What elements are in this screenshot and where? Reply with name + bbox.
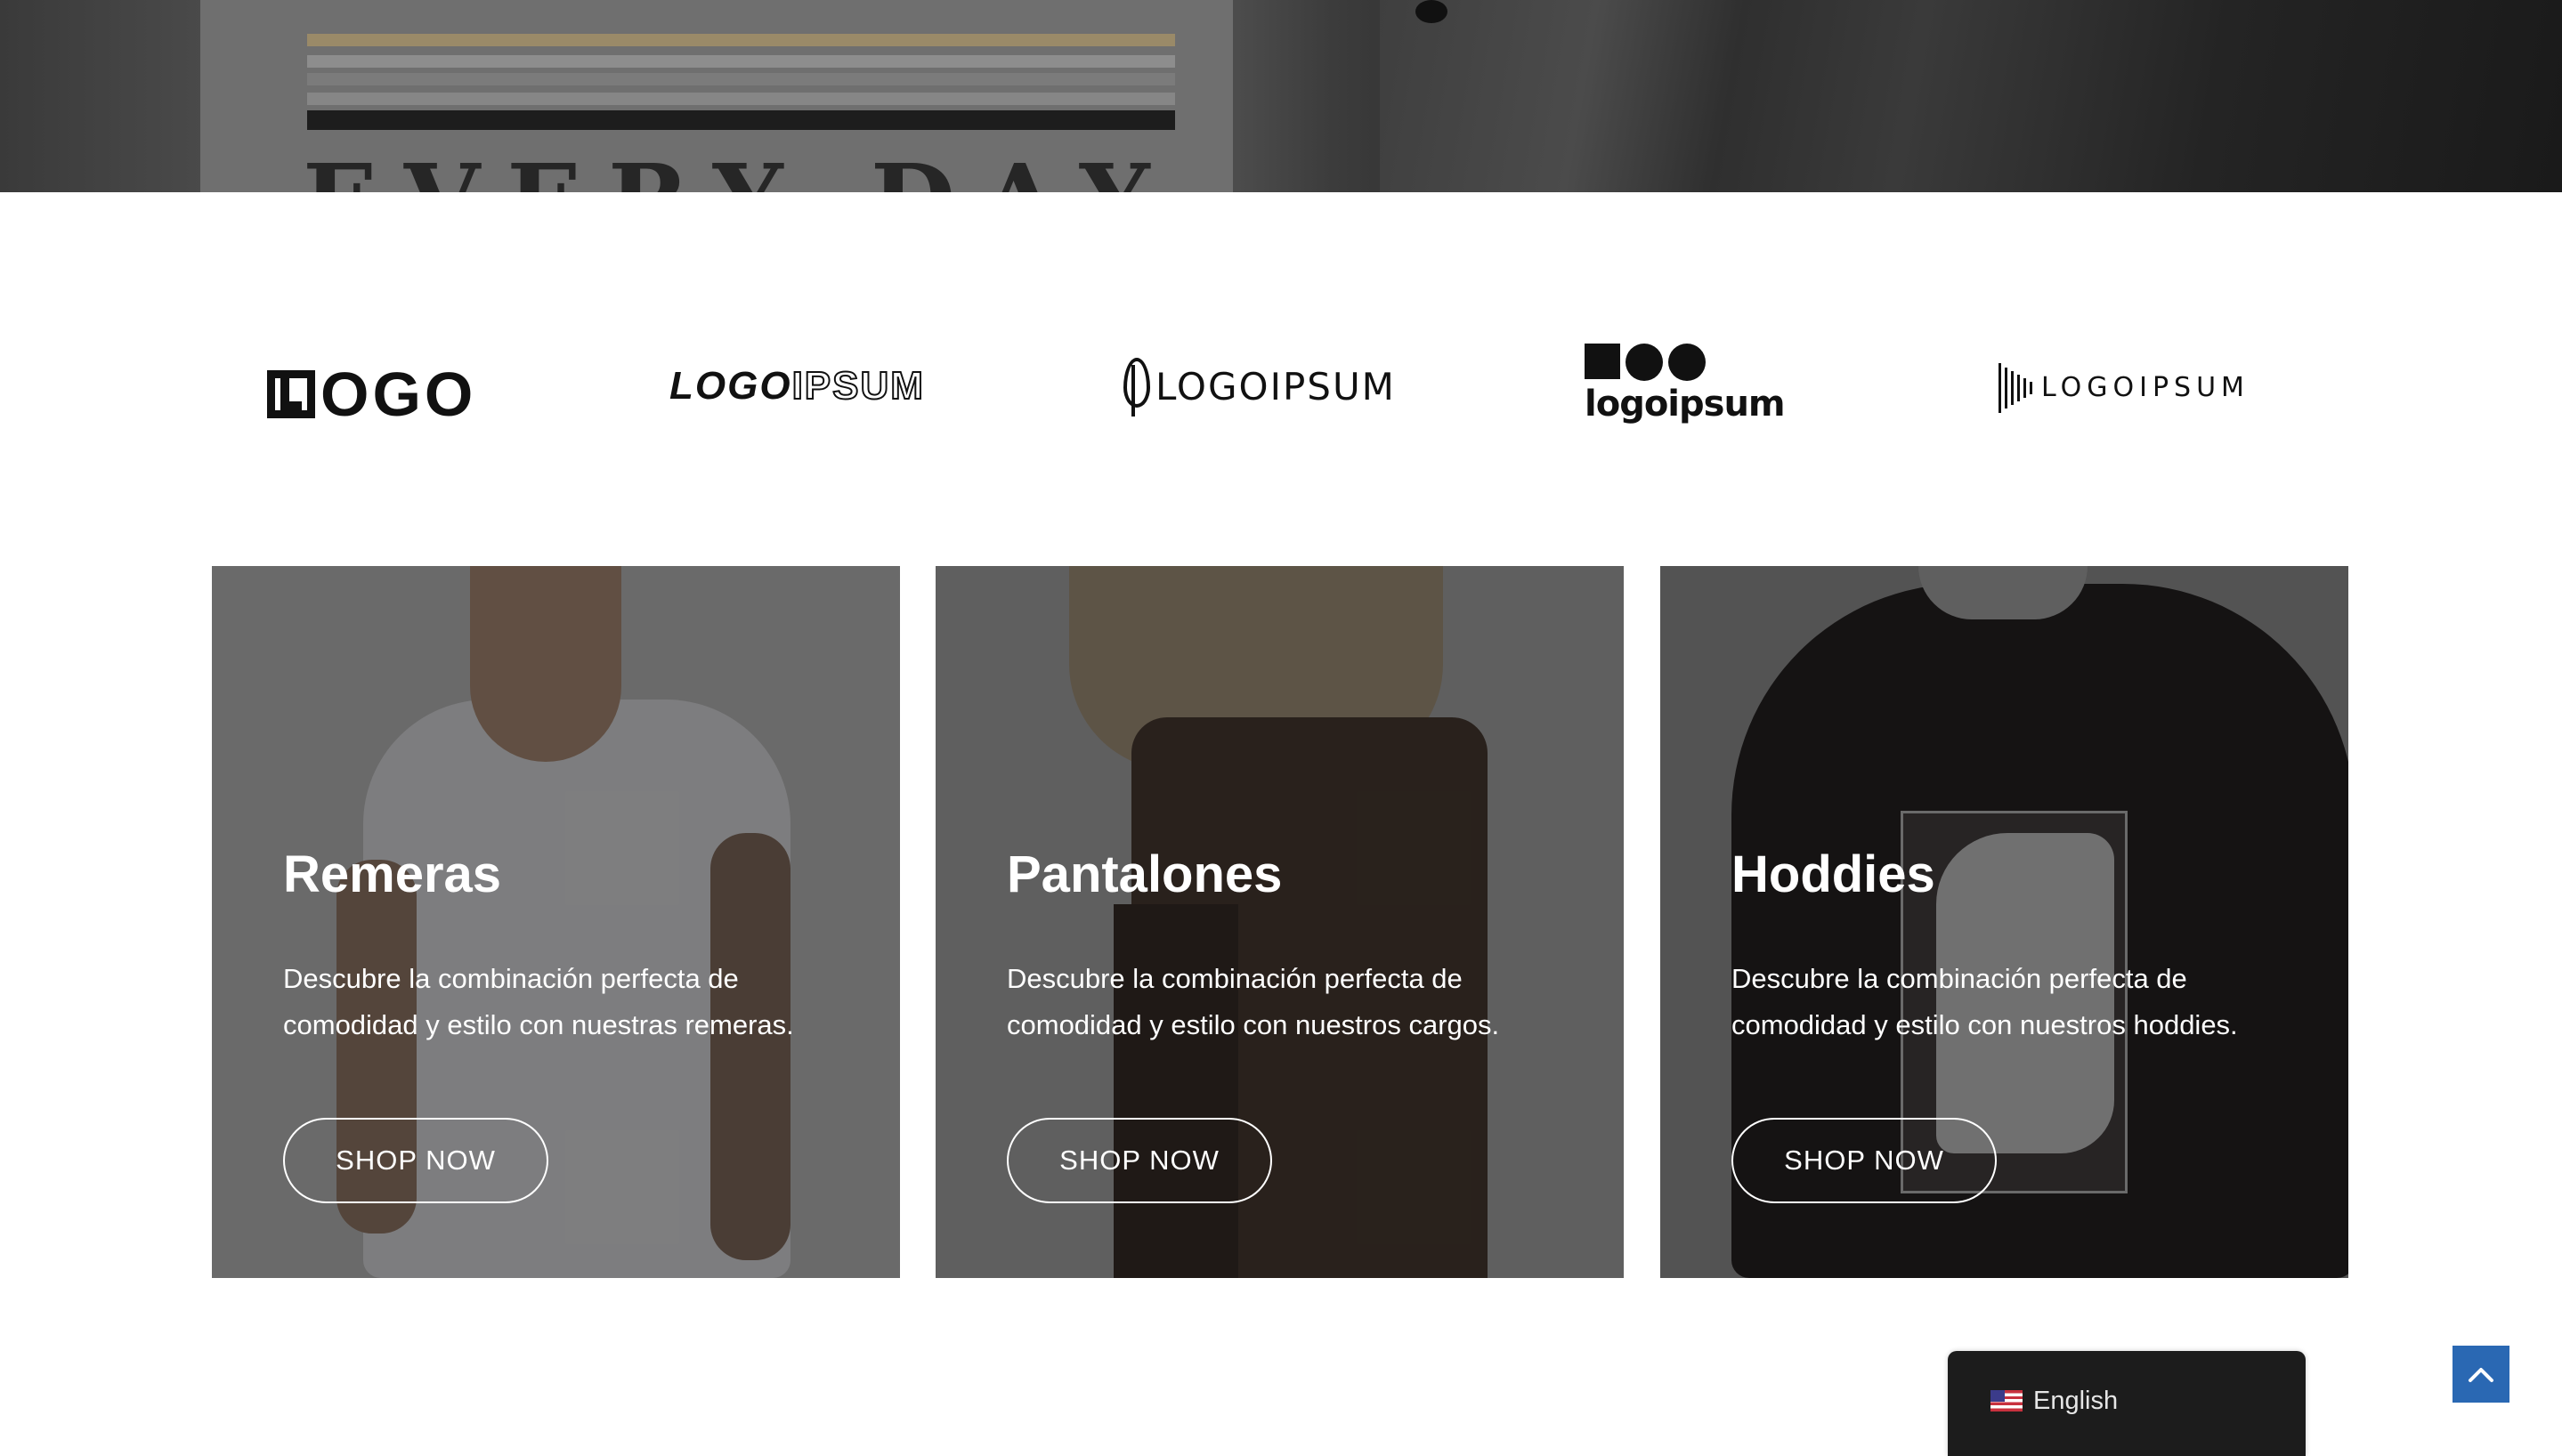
card-title: Hoddies [1731, 845, 1935, 903]
category-card-hoddies[interactable]: Hoddies Descubre la combinación perfecta… [1660, 566, 2348, 1278]
card-description: Descubre la combinación perfecta de como… [283, 963, 794, 1040]
hero-jacket [1380, 0, 2562, 192]
shapes-icon [1585, 344, 1706, 381]
card-title: Pantalones [1007, 845, 1283, 903]
card-description: Descubre la combinación perfecta de como… [1731, 963, 2238, 1040]
shop-now-button[interactable]: SHOP NOW [283, 1118, 548, 1203]
waveform-icon [1999, 361, 2032, 415]
brand-logo-1: OGO [267, 363, 476, 425]
card-description: Descubre la combinación perfecta de como… [1007, 963, 1500, 1040]
language-switcher[interactable]: English [1948, 1351, 2306, 1456]
chevron-up-icon [2469, 1368, 2493, 1382]
category-cards: Remeras Descubre la combinación perfecta… [0, 566, 2562, 1278]
shop-now-button[interactable]: SHOP NOW [1007, 1118, 1272, 1203]
category-card-pantalones[interactable]: Pantalones Descubre la combinación perfe… [936, 566, 1624, 1278]
hero-banner-image: EVERY DAY [0, 0, 2562, 192]
leaf-icon [1123, 358, 1150, 417]
scroll-to-top-button[interactable] [2453, 1346, 2509, 1403]
us-flag-icon [1990, 1390, 2023, 1412]
brand-logo-2: LOGO IPSUM [669, 364, 925, 408]
language-label: English [2033, 1387, 2119, 1415]
card-title: Remeras [283, 845, 502, 903]
brand-logos-row: OGO LOGO IPSUM LOGOIPSUM logoipsum LOGOIP… [0, 329, 2562, 454]
brand-logo-5: LOGOIPSUM [1999, 361, 2250, 415]
brand-logo-3: LOGOIPSUM [1123, 358, 1396, 417]
shop-now-button[interactable]: SHOP NOW [1731, 1118, 1997, 1203]
brand-logo-4: logoipsum [1585, 344, 1786, 422]
category-card-remeras[interactable]: Remeras Descubre la combinación perfecta… [212, 566, 900, 1278]
logo-square-icon [267, 370, 315, 418]
hero-shirt-print-text: EVERY DAY [303, 151, 1177, 193]
